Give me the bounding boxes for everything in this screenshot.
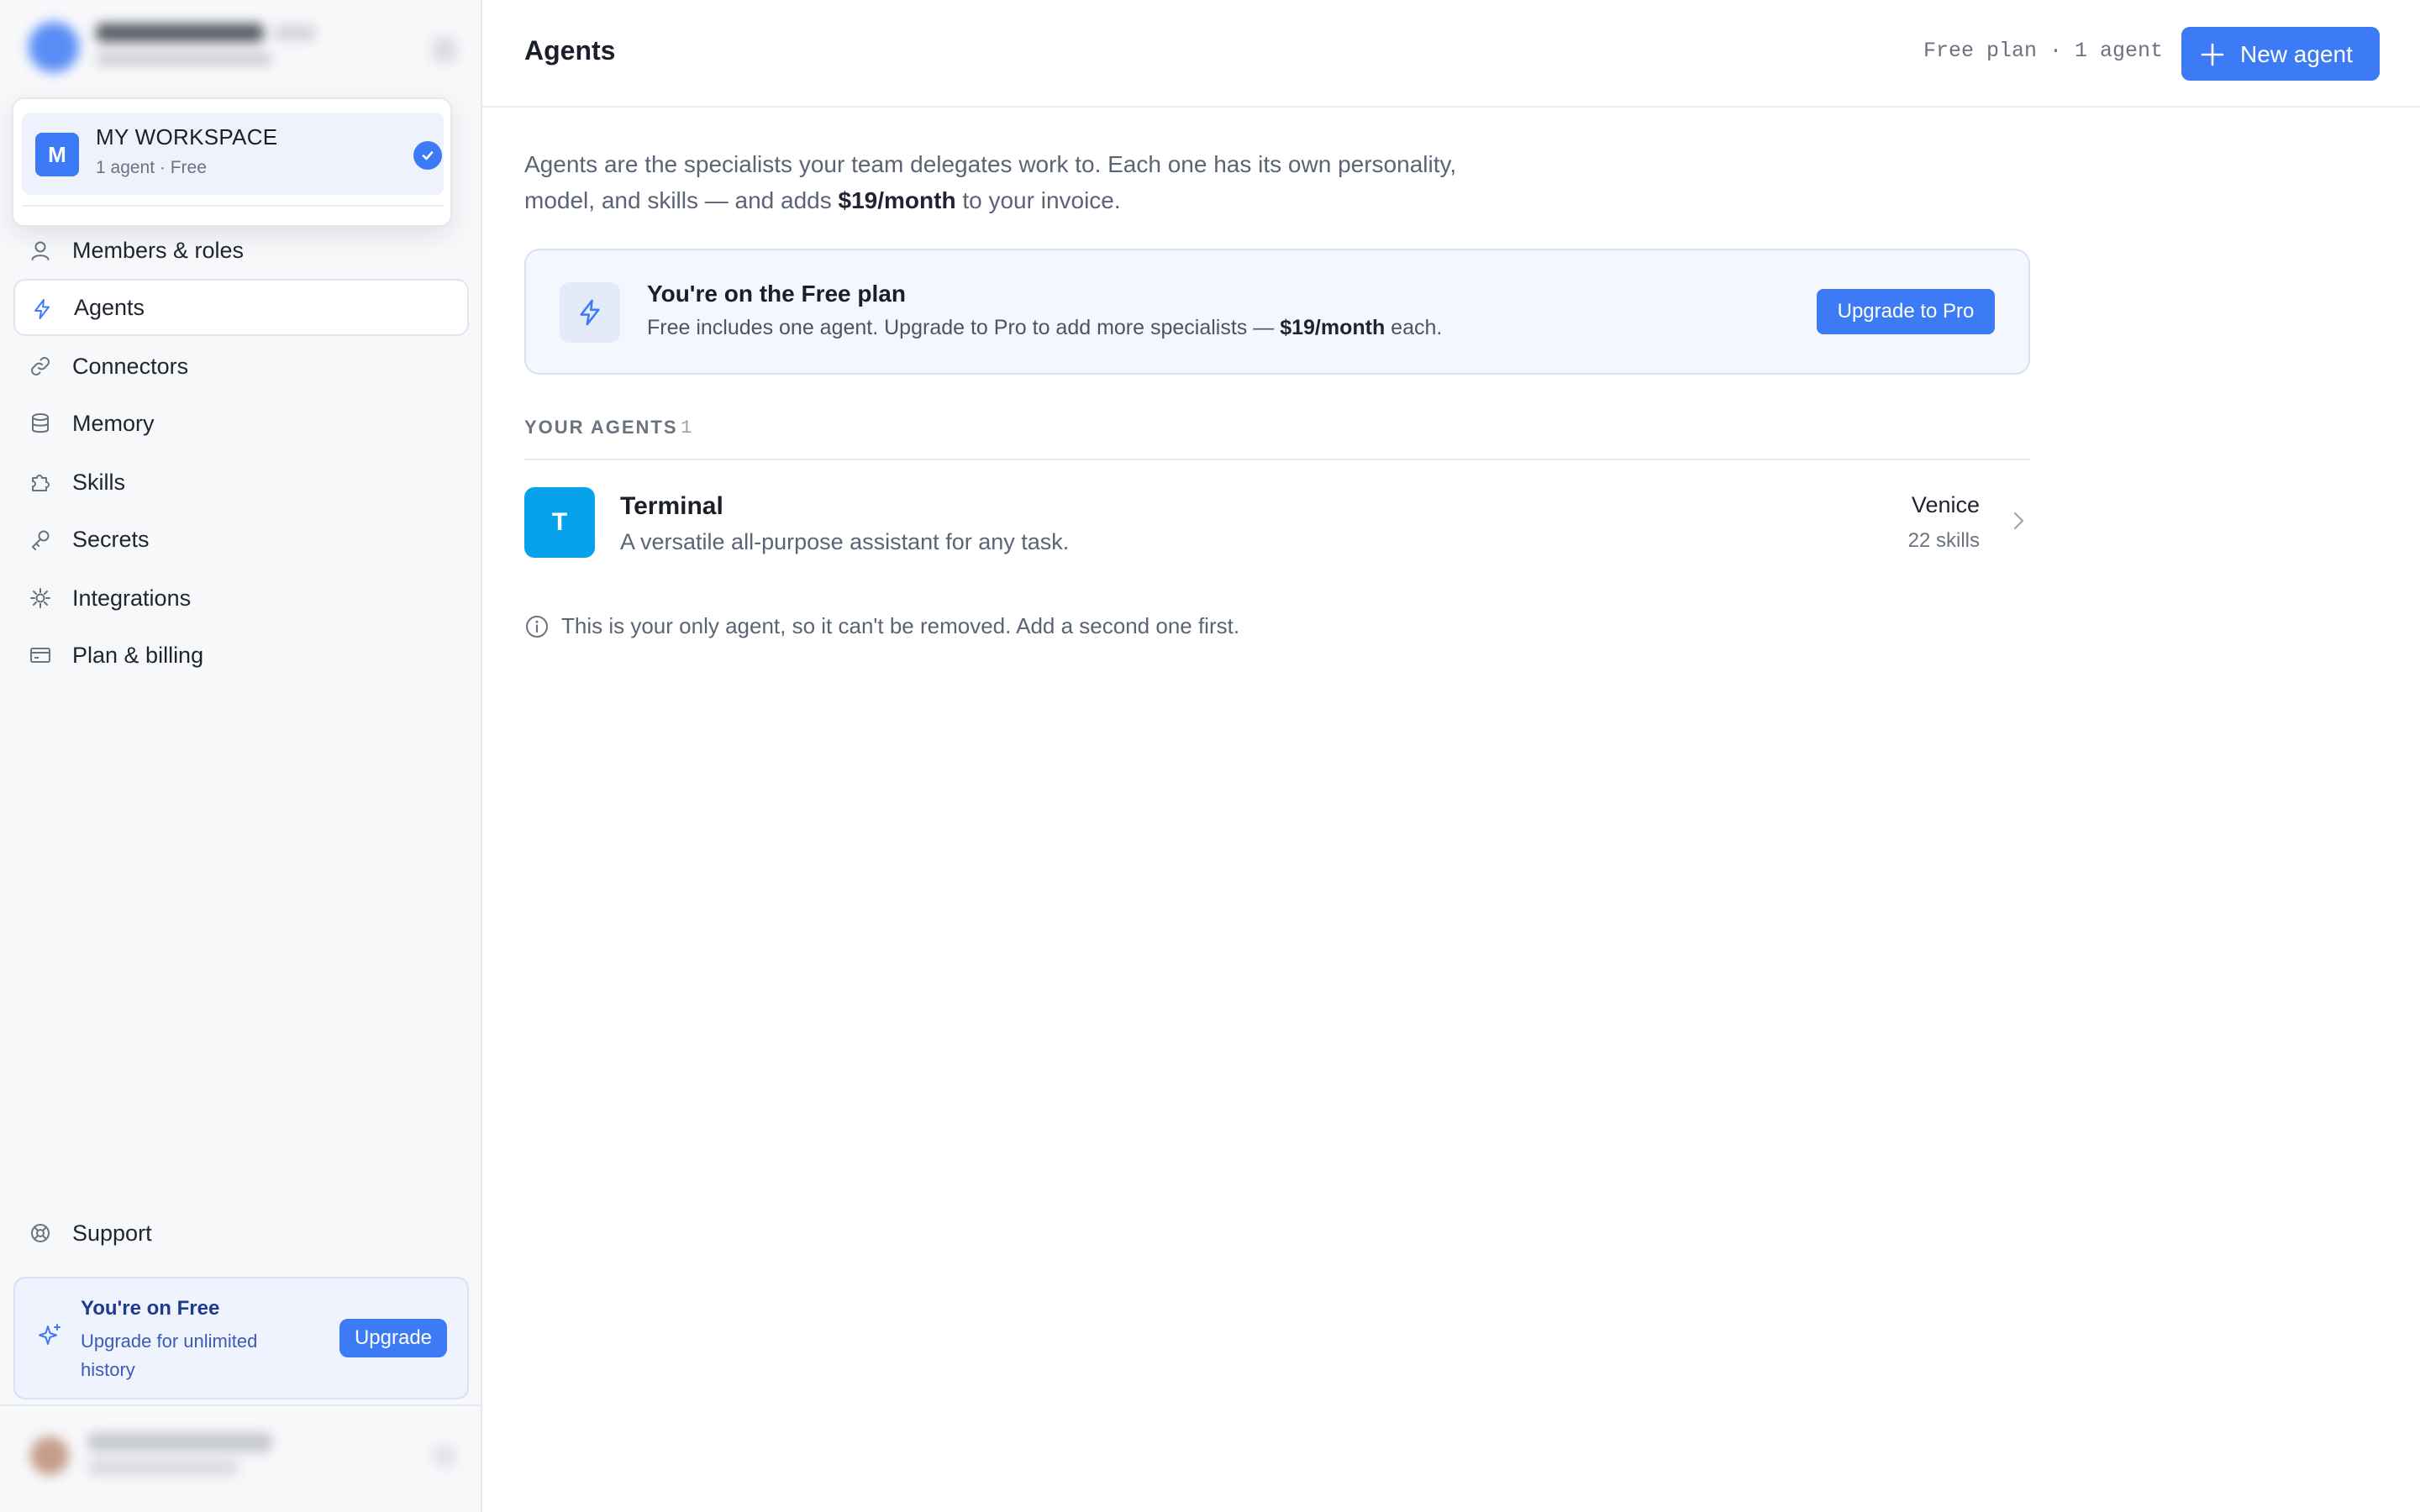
- lightning-icon: [560, 282, 620, 343]
- upgrade-button[interactable]: Upgrade: [339, 1319, 447, 1357]
- credit-card-icon: [30, 648, 50, 663]
- app-window: M MY WORKSPACE 1 agent · Free Members & …: [0, 0, 2420, 1512]
- plan-banner-title: You're on the Free plan: [647, 281, 906, 307]
- plug-icon: [30, 588, 50, 608]
- agents-count: 1: [681, 417, 692, 438]
- page-title: Agents: [524, 35, 616, 66]
- sidebar-item-connectors[interactable]: Connectors: [13, 338, 469, 395]
- sidebar-item-label: Members & roles: [72, 237, 245, 263]
- sidebar-item-label: Support: [72, 1220, 152, 1246]
- sidebar-item-skills[interactable]: Skills: [13, 454, 469, 511]
- sidebar-item-label: Memory: [72, 410, 155, 436]
- sparkles-icon: [39, 1324, 60, 1345]
- agent-model: Venice: [1911, 492, 1980, 517]
- sidebar-item-label: Plan & billing: [72, 642, 204, 668]
- sidebar-item-integrations[interactable]: Integrations: [13, 570, 469, 627]
- plan-banner: You're on the Free plan Free includes on…: [524, 249, 2030, 375]
- user-profile-blurred[interactable]: [22, 1423, 467, 1490]
- sidebar-item-memory[interactable]: Memory: [13, 395, 469, 452]
- agent-description: A versatile all-purpose assistant for an…: [620, 529, 1070, 554]
- info-icon: [526, 616, 548, 638]
- agent-name: Terminal: [620, 492, 723, 520]
- user-icon: [31, 241, 50, 260]
- agent-avatar: T: [524, 487, 595, 558]
- puzzle-icon: [32, 475, 50, 491]
- chevron-right-icon: [2014, 512, 2023, 529]
- workspace-meta: 1 agent · Free: [96, 158, 207, 177]
- workspace-dropdown: M MY WORKSPACE 1 agent · Free: [12, 97, 452, 227]
- sidebar-divider: [0, 1404, 481, 1406]
- workspace-avatar: M: [35, 133, 79, 176]
- agent-skills-count: 22 skills: [1907, 529, 1980, 552]
- workspace-switcher-blurred[interactable]: [22, 15, 467, 79]
- section-label: YOUR AGENTS: [524, 417, 678, 438]
- top-bar: Agents Free plan · 1 agent New agent: [482, 0, 2420, 108]
- sidebar-item-secrets[interactable]: Secrets: [13, 511, 469, 568]
- new-agent-label: New agent: [2240, 41, 2353, 67]
- workspace-name: MY WORKSPACE: [96, 124, 278, 150]
- sidebar-item-label: Skills: [72, 469, 126, 495]
- new-agent-button[interactable]: New agent: [2181, 27, 2380, 81]
- sidebar-item-label: Integrations: [72, 585, 192, 611]
- sidebar-item-label: Agents: [74, 294, 145, 320]
- sidebar-item-label: Secrets: [72, 526, 150, 552]
- sidebar-item-support[interactable]: Support: [13, 1205, 469, 1262]
- agent-row[interactable]: T Terminal A versatile all-purpose assis…: [524, 479, 2030, 564]
- sidebar-item-label: Connectors: [72, 353, 189, 379]
- upgrade-card-title: You're on Free: [81, 1297, 220, 1320]
- upgrade-to-pro-button[interactable]: Upgrade to Pro: [1817, 289, 1995, 334]
- workspace-option[interactable]: M MY WORKSPACE 1 agent · Free: [22, 113, 444, 195]
- plus-icon: [2201, 43, 2224, 66]
- section-divider: [524, 459, 2030, 460]
- key-icon: [31, 530, 50, 550]
- sidebar-item-agents[interactable]: Agents: [13, 279, 469, 336]
- upgrade-card: You're on Free Upgrade for unlimited his…: [13, 1277, 469, 1399]
- intro-text: Agents are the specialists your team del…: [524, 151, 1457, 213]
- plan-banner-text: Free includes one agent. Upgrade to Pro …: [647, 316, 1443, 339]
- sidebar-item-members-roles[interactable]: Members & roles: [13, 222, 469, 279]
- sidebar: M MY WORKSPACE 1 agent · Free Members & …: [0, 0, 482, 1512]
- database-icon: [32, 413, 49, 433]
- upgrade-card-text: Upgrade for unlimited history: [81, 1331, 258, 1380]
- lightning-icon: [34, 299, 50, 319]
- lifebuoy-icon: [31, 1224, 50, 1242]
- plan-summary: Free plan · 1 agent: [1923, 39, 2163, 63]
- main-content: Agents Free plan · 1 agent New agent Age…: [482, 0, 2420, 1512]
- sidebar-item-plan-billing[interactable]: Plan & billing: [13, 627, 469, 684]
- link-icon: [31, 357, 50, 375]
- check-icon: [413, 141, 442, 170]
- dropdown-divider: [22, 205, 444, 207]
- intro-price: $19/month: [838, 187, 956, 213]
- note-text: This is your only agent, so it can't be …: [561, 613, 1240, 638]
